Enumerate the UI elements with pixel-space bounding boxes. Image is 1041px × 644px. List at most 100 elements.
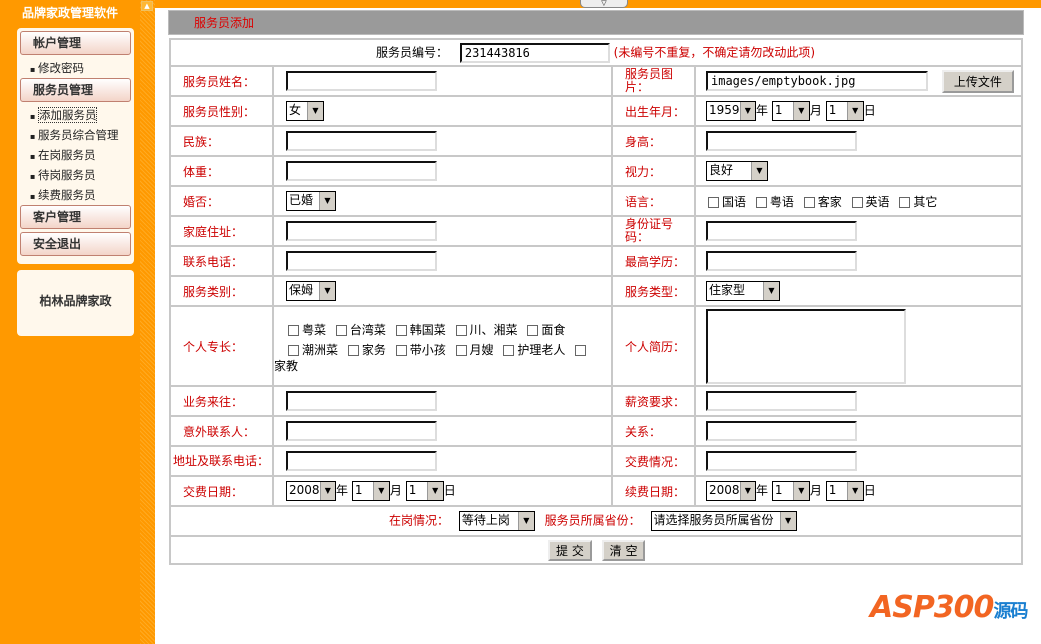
phone-input[interactable] xyxy=(286,251,437,271)
label: 在岗服务员 xyxy=(37,148,96,162)
pay-date-label: 交费日期： xyxy=(169,475,274,507)
renew-date-label: 续费日期： xyxy=(611,475,696,507)
menu-change-password[interactable]: 修改密码 xyxy=(20,58,131,78)
chevron-down-icon: ▼ xyxy=(739,102,755,120)
chevron-down-icon: ▼ xyxy=(739,482,755,500)
address-input[interactable] xyxy=(286,221,437,241)
checkbox[interactable] xyxy=(527,325,539,336)
eyesight-select[interactable]: 良好 ▼ xyxy=(706,161,768,181)
emergency-input[interactable] xyxy=(286,421,437,441)
skill-option: 护理老人 xyxy=(517,343,566,357)
checkbox[interactable] xyxy=(335,325,347,336)
resume-textarea[interactable] xyxy=(706,308,906,384)
value: 已婚 xyxy=(289,193,314,207)
checkbox[interactable] xyxy=(347,345,359,356)
day-unit: 日 xyxy=(863,103,876,118)
staff-form: 服务员编号： 231443816 (未编号不重复，不确定请勿改动此项) 服务员姓… xyxy=(169,38,1023,565)
chevron-down-icon: ▼ xyxy=(307,102,323,120)
checkbox[interactable] xyxy=(455,325,467,336)
value: 1 xyxy=(408,483,417,497)
staff-add-panel: 服务员添加 服务员编号： 231443816 (未编号不重复，不确定请勿改动此项… xyxy=(168,10,1024,565)
label: 续费服务员 xyxy=(37,188,96,202)
checkbox[interactable] xyxy=(899,196,911,208)
sidebar-toggle-strip[interactable]: ▲ xyxy=(140,0,155,644)
skills-label: 个人专长： xyxy=(169,305,274,387)
payment-input[interactable] xyxy=(706,451,857,471)
skill-option: 粤菜 xyxy=(302,323,327,337)
value: 1 xyxy=(354,483,363,497)
pay-month-select[interactable]: 1 ▼ xyxy=(351,481,390,501)
label: 服务员综合管理 xyxy=(37,128,119,142)
photo-input[interactable]: images/emptybook.jpg xyxy=(706,71,928,91)
checkbox[interactable] xyxy=(288,325,299,336)
checkbox[interactable] xyxy=(395,345,407,356)
checkbox[interactable] xyxy=(803,196,815,208)
menu-onduty[interactable]: 在岗服务员 xyxy=(20,145,131,165)
emergency-address-input[interactable] xyxy=(286,451,437,471)
checkbox[interactable] xyxy=(851,196,863,208)
birth-label: 出生年月： xyxy=(611,95,696,127)
menu-account[interactable]: 帐户管理 xyxy=(20,31,131,55)
checkbox[interactable] xyxy=(395,325,407,336)
value: 1 xyxy=(828,103,837,117)
birth-year-select[interactable]: 1959 ▼ xyxy=(706,101,756,121)
renew-year-select[interactable]: 2008 ▼ xyxy=(706,481,756,501)
service-type-select[interactable]: 住家型 ▼ xyxy=(706,281,780,301)
scroll-up-icon[interactable]: ▲ xyxy=(141,1,153,11)
married-select[interactable]: 已婚 ▼ xyxy=(286,191,336,211)
birth-day-select[interactable]: 1 ▼ xyxy=(825,101,864,121)
day-unit: 日 xyxy=(443,483,456,498)
province-select[interactable]: 请选择服务员所属省份 ▼ xyxy=(650,511,797,531)
checkbox[interactable] xyxy=(575,345,587,356)
skill-option: 带小孩 xyxy=(409,343,446,357)
language-label: 语言： xyxy=(611,185,696,217)
chevron-down-icon: ▼ xyxy=(846,102,863,120)
pay-day-select[interactable]: 1 ▼ xyxy=(405,481,444,501)
renew-month-select[interactable]: 1 ▼ xyxy=(771,481,810,501)
renew-day-select[interactable]: 1 ▼ xyxy=(825,481,864,501)
checkbox[interactable] xyxy=(708,196,719,208)
checkbox[interactable] xyxy=(288,345,299,356)
service-category-select[interactable]: 保姆 ▼ xyxy=(286,281,336,301)
value: 2008 xyxy=(709,483,740,497)
weight-input[interactable] xyxy=(286,161,437,181)
asp300-watermark-logo: ASP300源码 xyxy=(870,590,1028,625)
height-input[interactable] xyxy=(706,131,857,151)
submit-button[interactable]: 提 交 xyxy=(548,539,592,561)
status-select[interactable]: 等待上岗 ▼ xyxy=(458,511,535,531)
upload-button[interactable]: 上传文件 xyxy=(941,69,1014,93)
salary-input[interactable] xyxy=(706,391,857,411)
relation-input[interactable] xyxy=(706,421,857,441)
month-unit: 月 xyxy=(389,483,402,498)
menu-renew[interactable]: 续费服务员 xyxy=(20,185,131,205)
checkbox[interactable] xyxy=(503,345,515,356)
checkbox[interactable] xyxy=(455,345,467,356)
idcard-input[interactable] xyxy=(706,221,857,241)
resume-label: 个人简历： xyxy=(611,305,696,387)
clear-button[interactable]: 清 空 xyxy=(601,539,646,561)
id-input[interactable]: 231443816 xyxy=(459,42,610,63)
collapse-toggle-icon[interactable]: ▽ xyxy=(580,0,628,8)
menu-add-staff[interactable]: 添加服务员 xyxy=(20,105,131,125)
lang-option: 其它 xyxy=(913,194,938,209)
menu-logout[interactable]: 安全退出 xyxy=(20,232,131,256)
value: 1959 xyxy=(709,103,740,117)
menu-customer[interactable]: 客户管理 xyxy=(20,205,131,229)
menu-waiting[interactable]: 待岗服务员 xyxy=(20,165,131,185)
menu-staff-manage[interactable]: 服务员综合管理 xyxy=(20,125,131,145)
menu-staff[interactable]: 服务员管理 xyxy=(20,78,131,102)
chevron-down-icon: ▼ xyxy=(426,482,443,500)
service-category-label: 服务类别： xyxy=(169,275,274,307)
checkbox[interactable] xyxy=(755,196,767,208)
label: 修改密码 xyxy=(37,61,84,75)
pay-year-select[interactable]: 2008 ▼ xyxy=(286,481,336,501)
education-input[interactable] xyxy=(706,251,857,271)
chevron-down-icon: ▼ xyxy=(751,162,767,180)
gender-select[interactable]: 女 ▼ xyxy=(286,101,324,121)
name-input[interactable] xyxy=(286,71,437,91)
relation-label: 关系： xyxy=(611,415,696,447)
value: 1 xyxy=(774,483,783,497)
birth-month-select[interactable]: 1 ▼ xyxy=(771,101,810,121)
business-input[interactable] xyxy=(286,391,437,411)
ethnicity-input[interactable] xyxy=(286,131,437,151)
